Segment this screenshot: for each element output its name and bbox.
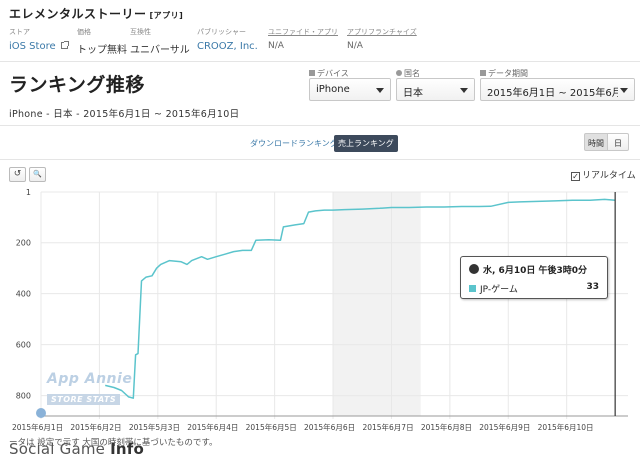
franchise-value: N/A (347, 41, 363, 51)
y-tick-label: 400 (16, 290, 31, 299)
country-select[interactable]: 日本 (396, 78, 475, 101)
x-tick-label: 2015年6月5日 (245, 423, 297, 432)
zoom-icon: 🔍 (33, 170, 42, 178)
app-type-tag: [アプリ] (149, 11, 184, 20)
hourly-button[interactable]: 時間 (584, 133, 608, 151)
tooltip-value: 33 (586, 282, 599, 292)
globe-icon (469, 264, 479, 274)
publisher-link[interactable]: CROOZ, Inc. (197, 41, 258, 52)
y-axis-labels: 1 200 400 600 800 (16, 188, 31, 401)
price-value: トップ無料 (77, 45, 127, 56)
realtime-label: リアルタイム (582, 171, 636, 181)
device-select[interactable]: iPhone (309, 78, 391, 101)
tab-revenue-ranking[interactable]: 売上ランキング (334, 135, 398, 152)
calendar-icon (480, 70, 486, 76)
x-tick-label: 2015年6月6日 (304, 423, 356, 432)
external-link-icon[interactable] (60, 41, 69, 49)
app-title: エレメンタルストーリー [アプリ] (9, 7, 184, 21)
period-select[interactable]: 2015年6月1日 ~ 2015年6月... (480, 78, 635, 101)
chevron-down-icon (620, 88, 628, 93)
meta-franchise: アプリフランチャイズ N/A (347, 28, 417, 51)
app-annie-watermark: App Annie STORE STATS (47, 371, 133, 405)
device-icon (309, 70, 315, 76)
social-game-info-logo: Social Game Info (9, 440, 144, 458)
compat-value: ユニバーサル (130, 45, 190, 56)
chevron-down-icon (460, 88, 468, 93)
x-tick-label: 2015年6月1日 (12, 423, 64, 432)
page-title: ランキング推移 (9, 74, 145, 96)
meta-publisher: パブリッシャー CROOZ, Inc. (197, 28, 258, 52)
page-subtitle: iPhone - 日本 - 2015年6月1日 ~ 2015年6月10日 (9, 109, 240, 120)
store-link: iOS Store (9, 41, 56, 52)
x-tick-label: 2015年6月2日 (70, 423, 122, 432)
x-tick-label: 2015年5月3日 (128, 423, 180, 432)
chevron-down-icon (376, 88, 384, 93)
y-tick-label: 800 (16, 392, 31, 401)
meta-compat: 互換性 ユニバーサル (130, 28, 190, 56)
unified-app-value: N/A (268, 41, 284, 51)
zoom-button[interactable]: 🔍 (29, 167, 46, 182)
x-tick-label: 2015年6月8日 (420, 423, 472, 432)
meta-price: 価格 トップ無料 (77, 28, 127, 56)
scroll-handle[interactable] (36, 408, 46, 418)
tooltip-date: 水, 6月10日 午後3時0分 (483, 266, 587, 276)
series-swatch (469, 285, 476, 292)
y-tick-label: 600 (16, 341, 31, 350)
reset-zoom-button[interactable]: ↺ (9, 167, 26, 182)
chart-divider (0, 159, 640, 160)
realtime-toggle[interactable]: ✓ リアルタイム (571, 168, 636, 181)
meta-unified-app: ユニファイド・アプリ N/A (268, 28, 338, 51)
tab-download-ranking[interactable]: ダウンロードランキング (246, 135, 342, 152)
realtime-checkbox[interactable]: ✓ (571, 172, 580, 181)
y-tick-label: 200 (16, 239, 31, 248)
x-tick-label: 2015年6月9日 (479, 423, 531, 432)
header-divider (0, 61, 640, 62)
tooltip-series: JP-ゲーム (480, 285, 518, 295)
highlight-band (333, 192, 421, 416)
filters-divider (0, 125, 640, 126)
chart-tooltip: 水, 6月10日 午後3時0分 JP-ゲーム 33 (460, 256, 608, 299)
x-tick-label: 2015年6月4日 (187, 423, 239, 432)
y-tick-label: 1 (26, 188, 31, 197)
globe-icon (396, 70, 402, 76)
reset-icon: ↺ (13, 169, 22, 179)
meta-store: ストア iOS Store (9, 27, 69, 52)
x-tick-label: 2015年6月10日 (537, 423, 594, 432)
daily-button[interactable]: 日 (607, 133, 629, 151)
x-tick-label: 2015年6月7日 (362, 423, 414, 432)
